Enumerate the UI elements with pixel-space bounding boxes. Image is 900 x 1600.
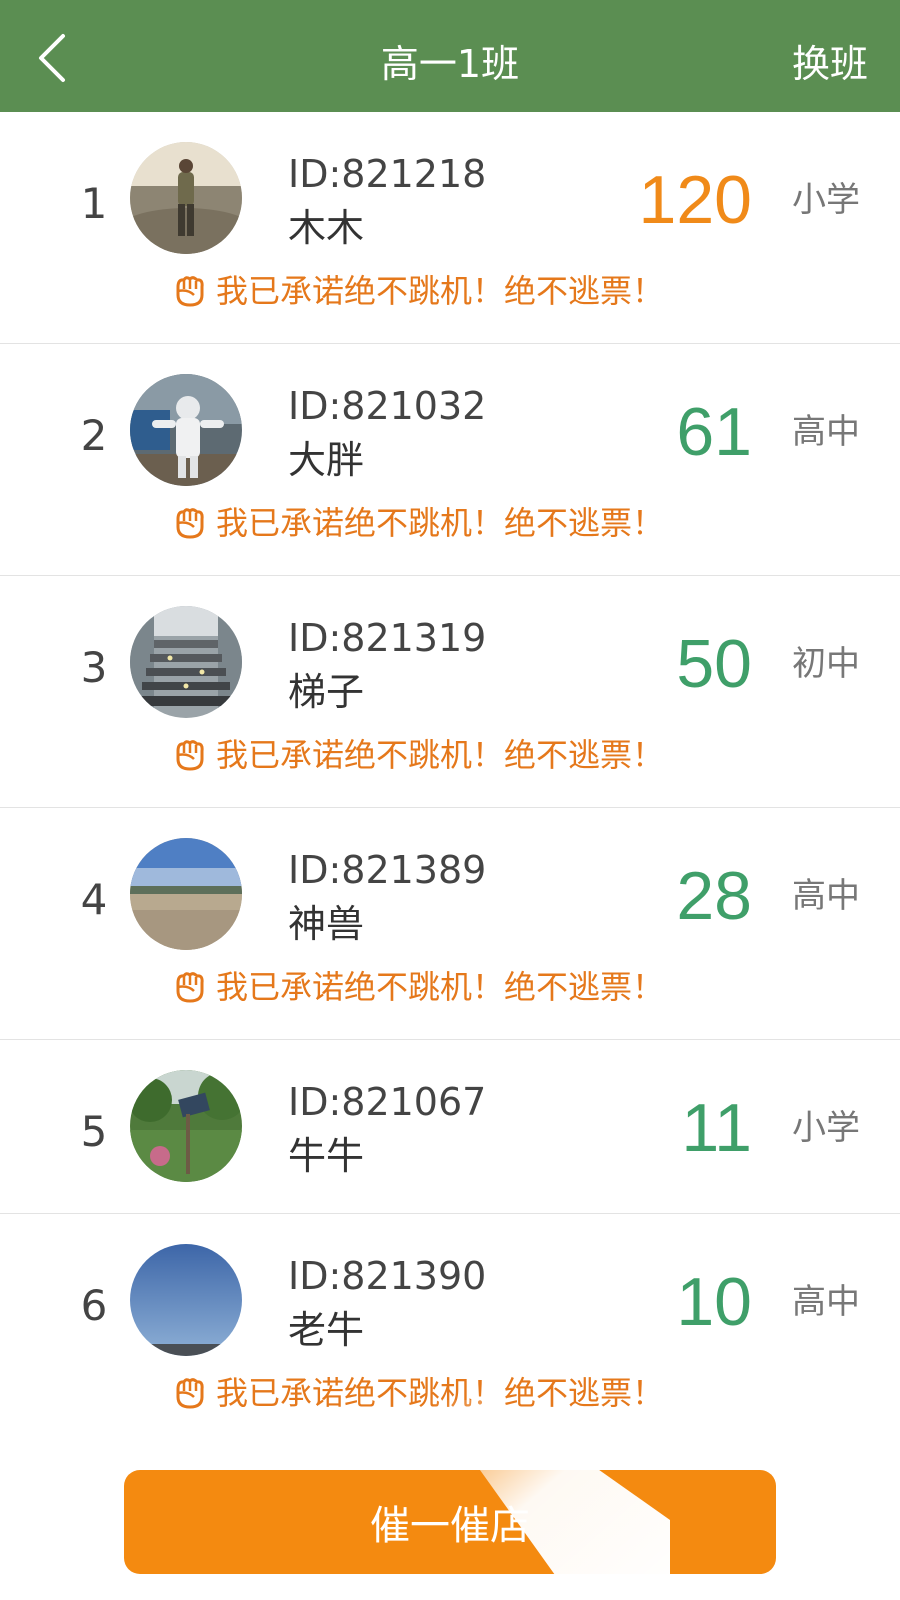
pledge-text: 我已承诺绝不跳机！绝不逃票！ — [216, 968, 665, 1006]
avatar[interactable] — [130, 1244, 242, 1356]
user-id: ID:821218 — [288, 152, 487, 196]
switch-class-button[interactable]: 换班 — [792, 40, 868, 88]
urge-button[interactable]: 催一催店 — [124, 1470, 776, 1574]
pledge-text: 我已承诺绝不跳机！绝不逃票！ — [216, 1374, 665, 1412]
rank-number: 5 — [80, 1107, 108, 1156]
blue-sky-photo — [130, 1244, 242, 1356]
astronaut-statue-photo — [130, 374, 242, 486]
school-level: 小学 — [792, 180, 860, 220]
avatar[interactable] — [130, 142, 242, 254]
user-name: 木木 — [288, 206, 365, 250]
beach-landscape-photo — [130, 838, 242, 950]
user-id: ID:821390 — [288, 1254, 487, 1298]
school-level: 小学 — [792, 1108, 860, 1148]
page-title: 高一1班 — [380, 42, 520, 86]
man-walking-on-beach-photo — [130, 142, 242, 254]
avatar[interactable] — [130, 838, 242, 950]
rank-number: 2 — [80, 411, 108, 460]
list-item[interactable]: 4 ID:821389 神兽 28 高中 我已承诺绝不跳机！绝不逃票！ — [0, 808, 900, 1040]
pledge: 我已承诺绝不跳机！绝不逃票！ — [172, 734, 664, 776]
school-level: 高中 — [792, 876, 860, 916]
score: 50 — [676, 626, 752, 702]
score: 120 — [638, 162, 752, 238]
top-bar: 高一1班 换班 — [0, 0, 900, 112]
avatar[interactable] — [130, 606, 242, 718]
pledge-text: 我已承诺绝不跳机！绝不逃票！ — [216, 272, 665, 310]
fist-icon — [176, 972, 204, 1003]
fist-icon — [176, 740, 204, 771]
pledge-text: 我已承诺绝不跳机！绝不逃票！ — [216, 736, 665, 774]
pledge: 我已承诺绝不跳机！绝不逃票！ — [172, 270, 664, 312]
user-name: 牛牛 — [288, 1134, 365, 1178]
fist-icon — [176, 1378, 204, 1409]
rank-number: 3 — [80, 643, 108, 692]
pledge-text: 我已承诺绝不跳机！绝不逃票！ — [216, 504, 665, 542]
pledge: 我已承诺绝不跳机！绝不逃票！ — [172, 966, 664, 1008]
list-item[interactable]: 6 ID:821390 老牛 10 高中 我已承诺绝不跳机！绝不逃票！ — [0, 1214, 900, 1446]
rank-number: 4 — [80, 875, 108, 924]
score: 61 — [676, 394, 752, 470]
rank-number: 1 — [80, 179, 108, 228]
avatar[interactable] — [130, 374, 242, 486]
school-level: 初中 — [792, 644, 860, 684]
pledge: 我已承诺绝不跳机！绝不逃票！ — [172, 1372, 664, 1414]
list-item[interactable]: 1 ID:821218 木木 120 小学 我已承诺绝不跳机！绝不逃票！ — [0, 112, 900, 344]
fist-icon — [176, 508, 204, 539]
rank-number: 6 — [80, 1281, 108, 1330]
school-level: 高中 — [792, 412, 860, 452]
user-id: ID:821032 — [288, 384, 487, 428]
user-name: 大胖 — [288, 438, 365, 482]
user-id: ID:821389 — [288, 848, 487, 892]
avatar[interactable] — [130, 1070, 242, 1182]
school-level: 高中 — [792, 1282, 860, 1322]
score: 11 — [681, 1090, 752, 1166]
score: 10 — [676, 1264, 752, 1340]
list-item[interactable]: 3 ID:821319 梯子 50 初中 我已承诺绝不跳机！绝不逃票！ — [0, 576, 900, 808]
ranking-list: 1 ID:821218 木木 120 小学 我已承诺绝不跳机！绝不逃票！ 2 I… — [0, 112, 900, 1446]
garden-solar-panel-photo — [130, 1070, 242, 1182]
user-name: 老牛 — [288, 1308, 365, 1352]
user-id: ID:821319 — [288, 616, 487, 660]
user-id: ID:821067 — [288, 1080, 487, 1124]
user-name: 梯子 — [288, 670, 365, 714]
staircase-photo — [130, 606, 242, 718]
pledge: 我已承诺绝不跳机！绝不逃票！ — [172, 502, 664, 544]
score: 28 — [676, 858, 752, 934]
list-item[interactable]: 5 ID:821067 牛牛 11 小学 — [0, 1040, 900, 1214]
fist-icon — [176, 276, 204, 307]
list-item[interactable]: 2 ID:821032 大胖 61 高中 我已承诺绝不跳机！绝不逃票！ — [0, 344, 900, 576]
user-name: 神兽 — [288, 902, 365, 946]
